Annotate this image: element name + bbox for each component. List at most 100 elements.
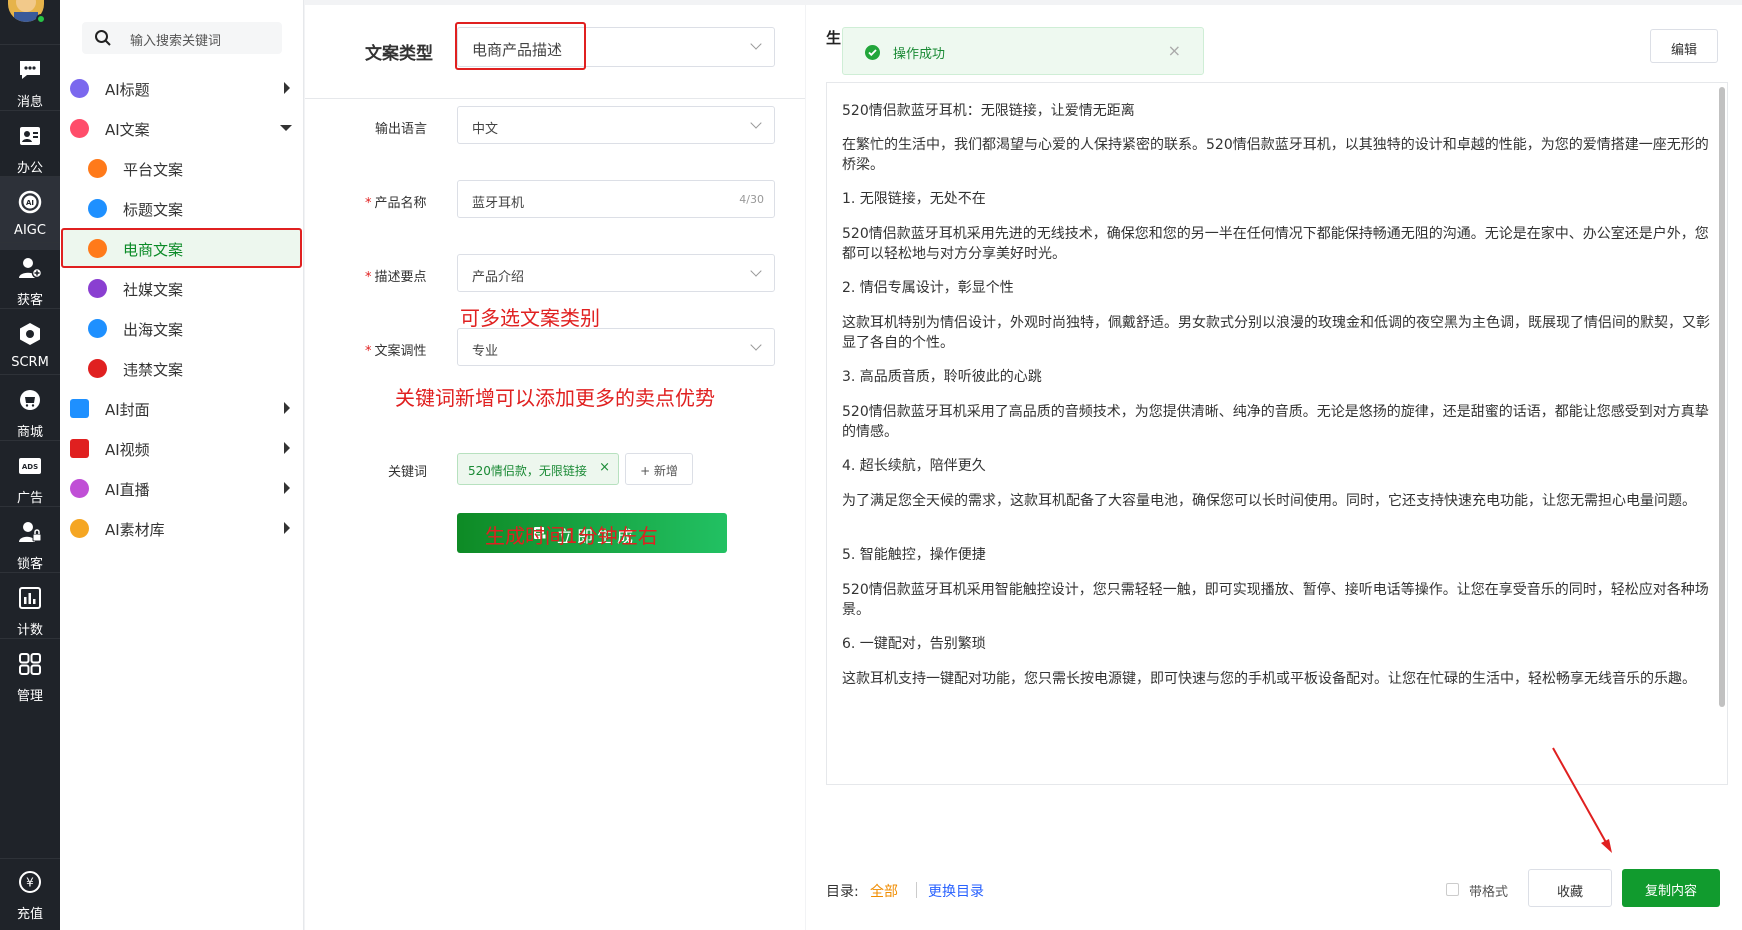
menu-item-social-copy[interactable]: 社媒文案	[60, 268, 304, 308]
output-language-select[interactable]: 中文	[457, 106, 775, 144]
rail-item-manage[interactable]: 管理	[0, 638, 60, 712]
copy-tone-select[interactable]: 专业	[457, 328, 775, 366]
svg-text:ADS: ADS	[22, 463, 38, 471]
menu-item-platform-copy[interactable]: 平台文案	[60, 148, 304, 188]
rail-item-aigc[interactable]: AI AIGC	[0, 176, 60, 250]
form-panel: 文案类型 电商产品描述 输出语言 中文 * 产品名称 蓝牙耳机 4/30 * 描述要…	[305, 5, 805, 930]
rail-item-ads[interactable]: ADS 广告	[0, 440, 60, 514]
content-paragraph: 2. 情侣专属设计，彰显个性	[842, 280, 1014, 296]
menu-item-ai-live[interactable]: AI直播	[60, 468, 304, 508]
format-checkbox[interactable]	[1446, 883, 1459, 896]
add-keyword-label: + 新增	[640, 464, 678, 478]
close-icon[interactable]: ×	[1168, 41, 1181, 60]
menu-item-title-copy[interactable]: 标题文案	[60, 188, 304, 228]
content-paragraph: 在繁忙的生活中，我们都渴望与心爱的人保持紧密的联系。520情侣款蓝牙耳机，以其独…	[842, 137, 1709, 173]
svg-text:AI: AI	[26, 199, 34, 207]
search-box[interactable]: 输入搜索关键词	[82, 22, 282, 54]
result-title: 生	[826, 29, 842, 47]
output-language-label: 输出语言	[375, 122, 428, 137]
rail-item-acquire[interactable]: 获客	[0, 242, 60, 316]
keyword-tag[interactable]: 520情侣款，无限链接 ×	[457, 453, 619, 485]
menu-item-ai-cover[interactable]: AI封面	[60, 388, 304, 428]
ai-title-icon	[70, 79, 89, 98]
favorite-label: 收藏	[1556, 885, 1583, 900]
rail-item-scrm[interactable]: SCRM	[0, 308, 60, 382]
sub-menu: 输入搜索关键词 AI标题 AI文案 平台文案 标题文案 电商文案 社媒文案 出海…	[60, 0, 304, 930]
favorite-button[interactable]: 收藏	[1528, 869, 1612, 907]
annotation-keywords: 关键词新增可以添加更多的卖点优势	[395, 386, 715, 410]
menu-label: 出海文案	[123, 321, 184, 339]
chevron-right-icon	[284, 482, 290, 494]
menu-item-overseas-copy[interactable]: 出海文案	[60, 308, 304, 348]
menu-label: 平台文案	[123, 161, 184, 179]
rail-item-messages[interactable]: 消息	[0, 44, 60, 118]
copy-content-button[interactable]: 复制内容	[1622, 869, 1720, 907]
rail-label: 办公	[16, 161, 43, 176]
svg-text:¥: ¥	[26, 876, 34, 890]
rail-item-recharge[interactable]: ¥ 充值	[0, 858, 60, 930]
output-language-value: 中文	[472, 122, 499, 137]
copy-tone-label: * 文案调性	[365, 344, 427, 359]
edit-button[interactable]: 编辑	[1650, 29, 1718, 63]
content-paragraph: 3. 高品质音质，聆听彼此的心跳	[842, 369, 1042, 385]
rail-label: 商城	[16, 425, 43, 440]
rail-item-office[interactable]: 办公	[0, 110, 60, 184]
t-icon	[88, 199, 107, 218]
content-paragraph: 5. 智能触控，操作便捷	[842, 547, 986, 563]
menu-item-ai-title[interactable]: AI标题	[60, 68, 304, 108]
menu-item-ai-video[interactable]: AI视频	[60, 428, 304, 468]
rail-item-count[interactable]: 计数	[0, 572, 60, 646]
rail-item-store[interactable]: 商城	[0, 374, 60, 448]
menu-label: AI封面	[105, 401, 150, 419]
highlight-box	[455, 22, 586, 70]
generated-content[interactable]: 520情侣款蓝牙耳机：无限链接，让爱情无距离 在繁忙的生活中，我们都渴望与心爱的…	[826, 82, 1728, 785]
scrollbar[interactable]	[1719, 87, 1725, 707]
result-panel: 生 操作成功 × 编辑 520情侣款蓝牙耳机：无限链接，让爱情无距离 在繁忙的生…	[806, 5, 1742, 930]
hexagon-icon	[20, 323, 40, 345]
bulb-icon	[88, 159, 107, 178]
description-points-value: 产品介绍	[472, 270, 525, 285]
menu-item-banned-copy[interactable]: 违禁文案	[60, 348, 304, 388]
rail-item-lock[interactable]: 锁客	[0, 506, 60, 580]
bar-chart-icon	[19, 587, 41, 609]
highlight-box	[61, 228, 302, 268]
rail-label: 广告	[16, 491, 43, 506]
content-paragraph: 4. 超长续航，陪伴更久	[842, 458, 986, 474]
description-points-select[interactable]: 产品介绍	[457, 254, 775, 292]
live-icon	[70, 479, 89, 498]
chevron-down-icon	[750, 117, 762, 129]
change-catalog-link[interactable]: 更换目录	[928, 881, 984, 901]
content-paragraph: 520情侣款蓝牙耳机采用智能触控设计，您只需轻轻一触，即可实现播放、暂停、接听电…	[842, 582, 1709, 618]
close-icon[interactable]: ×	[599, 460, 610, 475]
rail-label: 锁客	[16, 557, 43, 572]
video-icon	[70, 439, 89, 458]
product-name-input[interactable]: 蓝牙耳机 4/30	[457, 180, 775, 218]
copy-content-label: 复制内容	[1644, 884, 1697, 899]
menu-label: AI文案	[105, 121, 150, 139]
search-placeholder: 输入搜索关键词	[130, 34, 222, 49]
divider	[916, 882, 917, 898]
menu-item-ai-assets[interactable]: AI素材库	[60, 508, 304, 548]
catalog-all-link[interactable]: 全部	[870, 881, 898, 901]
forbidden-icon	[88, 359, 107, 378]
keyword-tag-text: 520情侣款，无限链接	[468, 464, 587, 478]
ads-icon: ADS	[19, 458, 41, 474]
chevron-down-icon	[750, 38, 762, 50]
menu-item-ai-copy[interactable]: AI文案	[60, 108, 304, 148]
copy-type-label: 文案类型	[365, 44, 433, 64]
contact-card-icon	[20, 127, 40, 145]
menu-label: AI素材库	[105, 521, 165, 539]
add-keyword-button[interactable]: + 新增	[625, 453, 693, 485]
menu-label: AI直播	[105, 481, 150, 499]
product-name-label: * 产品名称	[365, 196, 427, 211]
user-lock-icon	[19, 522, 42, 542]
format-checkbox-label: 带格式	[1469, 885, 1509, 900]
rail-label: 消息	[16, 95, 43, 110]
rail-label: 计数	[16, 623, 43, 638]
menu-label: AI标题	[105, 81, 150, 99]
content-paragraph: 1. 无限链接，无处不在	[842, 191, 986, 207]
yuan-coin-icon: ¥	[19, 871, 41, 893]
user-add-icon	[19, 258, 43, 279]
annotation-multi-select: 可多选文案类别	[460, 306, 600, 330]
copy-tone-value: 专业	[472, 344, 499, 359]
